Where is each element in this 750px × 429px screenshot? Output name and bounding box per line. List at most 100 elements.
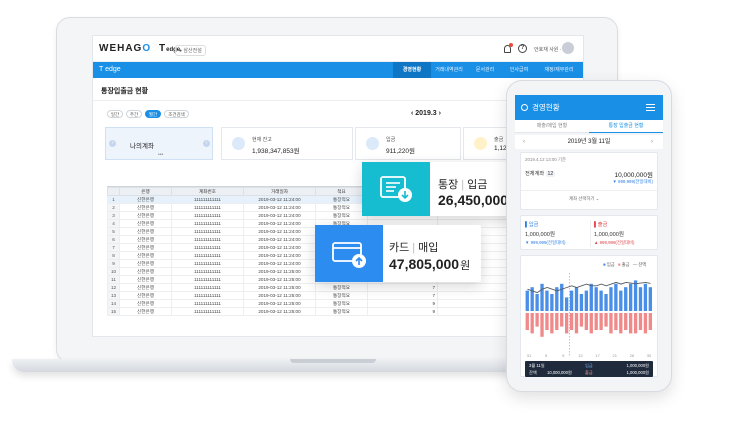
help-icon[interactable]: ? [518,44,527,53]
table-cell: 11 [107,275,120,284]
bank-deposit-card[interactable]: 통장|입금 26,450,000원 [362,162,520,216]
table-cell: 2019-03-12 11:24:00 [243,227,316,236]
company-badge[interactable]: ● 삼산전설 [175,45,206,56]
deposit-bar [540,283,544,311]
wehago-logo[interactable]: WEHAGO [99,43,151,54]
hamburger-menu-icon[interactable] [646,104,655,111]
purchase-label: 매입 [418,242,439,254]
nav-tab-documents[interactable]: 문서관리 [469,62,501,78]
nav-brand[interactable]: T edge [99,66,121,73]
nav-tab-finance[interactable]: 재정/재무관리 [537,62,581,78]
card-purchase-amount: 47,805,000 [389,256,460,272]
nav-tab-payroll[interactable]: 인사급여 [503,62,535,78]
all-accounts-text: 전체계좌 [525,171,545,177]
in-value: 1,000,000원 [525,232,556,238]
period-daily-button[interactable]: 일간 [107,110,123,118]
table-cell: 통장적요 [315,307,368,316]
table-cell: 111111111111 [171,219,244,228]
table-cell: 2019-03-12 11:24:00 [243,259,316,268]
table-cell: 111111111111 [171,203,244,212]
my-account-card[interactable]: ‹ 나의계좌 › ••• [105,127,213,160]
table-cell: 통장적요 [315,195,368,204]
separator: | [412,242,416,254]
deposit-bar [584,290,588,311]
deposit-bar [564,297,569,311]
app-logo-icon [521,104,528,111]
table-cell: 신한은행 [119,251,172,260]
x-tick-label: 21 [612,353,617,358]
table-cell: 111111111111 [171,259,244,268]
tooltip-date: 3월 11일 [529,363,545,368]
tab-sales[interactable]: 매출/매입 현황 [515,120,589,133]
column-header[interactable]: 계좌번호 [171,187,244,196]
scene: WEHAGO Tedge ● 삼산전설 ? 안호재 사원 · T edge 경영… [0,0,750,429]
withdrawal-bar [599,313,603,330]
withdrawal-bar [619,313,623,334]
deposit-bar [648,287,652,311]
year-month-navigator[interactable]: ‹ 2019.3 › [411,110,441,117]
column-header[interactable]: 은행 [119,187,172,196]
period-search-button[interactable]: 조건검색 [164,110,189,118]
card-purchase-card[interactable]: 카드 | 매입 47,805,000원 [315,225,481,282]
column-header[interactable] [107,187,120,196]
withdrawal-bar [628,313,633,334]
period-monthly-button[interactable]: 월간 [145,110,161,118]
credit-card-icon [332,242,366,268]
nav-tab-overview[interactable]: 경영현황 [393,62,431,78]
next-date-icon[interactable]: › [651,139,653,145]
phone-screen: 경영현황 매출/매입 현황 통장 입출금 현황 2019년 3월 11일 ‹ ›… [515,95,663,382]
legend-deposit: 입금 [606,262,615,267]
next-account-icon[interactable]: › [203,140,210,147]
column-header[interactable]: 거래일자 [243,187,316,196]
column-header[interactable]: 적요 [315,187,368,196]
x-tick-label: 5 [545,353,548,358]
table-cell: 2019-03-12 11:24:00 [243,235,316,244]
avatar[interactable] [562,42,574,54]
table-cell: 신한은행 [119,259,172,268]
balance-unit: 원 [293,148,300,155]
balance-change: ▼ 999,999(전일대비) [612,179,653,184]
deposit-value: 911,220원 [386,145,415,155]
divider [590,220,591,247]
deposit-card[interactable]: 입금 911,220원 [355,127,461,160]
table-cell: 2019-03-12 11:24:00 [243,251,316,260]
table-cell: 2019-03-12 11:25:00 [243,299,316,308]
table-cell: 2019-03-12 11:25:00 [243,283,316,292]
table-cell: 111111111111 [171,243,244,252]
withdrawal-bar [589,313,593,334]
table-cell: 신한은행 [119,275,172,284]
table-cell: 통장적요 [315,291,368,300]
nav-tab-transactions[interactable]: 거래내역관리 [431,62,467,78]
table-cell: 13 [107,291,120,300]
account-select-button[interactable]: 계좌 선택하기 ⌄ [569,196,599,202]
phone-tabs: 매출/매입 현황 통장 입출금 현황 [515,120,663,133]
prev-account-icon[interactable]: ‹ [109,140,116,147]
deposit-bar [643,283,648,311]
table-cell: 2019-03-12 11:25:00 [243,267,316,276]
balance-value: 1,938,347,853원 [252,145,300,155]
table-cell: 2019-03-12 11:24:00 [243,211,316,220]
deposit-label: 입금 [467,179,488,191]
tooltip-in-value: 1,000,000원 [626,363,649,368]
my-account-label: 나의계좌 [130,143,154,150]
withdrawal-bar [604,313,608,327]
prev-date-icon[interactable]: ‹ [523,139,525,145]
bank-label: 통장 [438,179,459,191]
tooltip-balance-label: 잔액 [529,370,537,375]
balance-card[interactable]: 현재 잔고 1,938,347,853원 [221,127,353,160]
deposit-bar [525,290,529,311]
table-cell: 111111111111 [171,291,244,300]
deposit-bar [545,290,549,311]
deposit-bar [569,290,574,311]
balance-label: 현재 잔고 [252,137,272,143]
withdrawal-bar [525,313,529,330]
period-weekly-button[interactable]: 주간 [126,110,142,118]
x-tick-label: 31 [527,353,532,358]
deposit-bar [599,290,603,311]
table-cell: 통장적요 [315,299,368,308]
table-cell: 8 [107,251,120,260]
tab-bank-flow[interactable]: 통장 입출금 현황 [589,120,663,133]
withdrawal-bar [624,313,628,330]
withdrawal-bar [560,313,564,327]
user-name[interactable]: 안호재 사원 · [534,46,561,53]
